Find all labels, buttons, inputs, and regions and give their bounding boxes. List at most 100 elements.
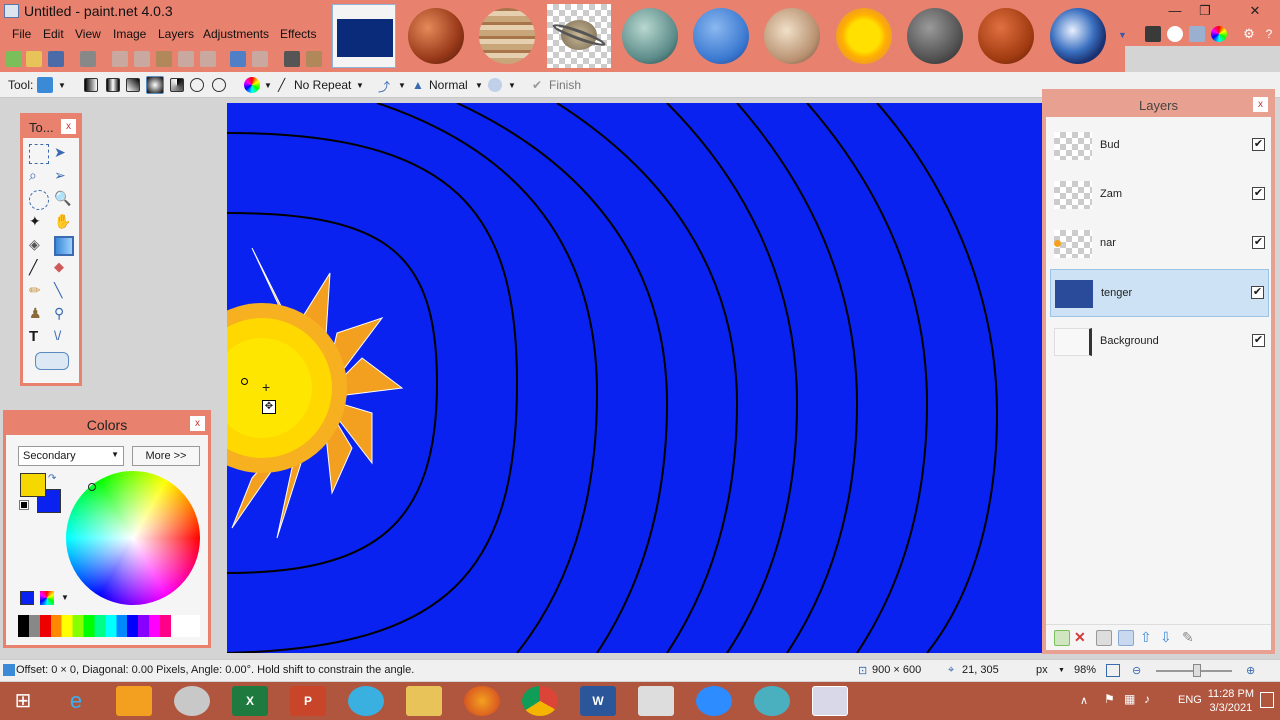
- maximize-button[interactable]: ❐: [1190, 0, 1220, 22]
- add-layer-icon[interactable]: [1054, 630, 1070, 646]
- current-tool-gradient-icon[interactable]: [37, 77, 53, 93]
- layer-row-bud[interactable]: Bud ✔: [1050, 122, 1269, 170]
- layer-row-tenger[interactable]: tenger ✔: [1050, 269, 1269, 317]
- image-tab-saturn[interactable]: [547, 4, 611, 68]
- zoom-slider-thumb[interactable]: [1193, 664, 1201, 677]
- layer-visibility-checkbox[interactable]: ✔: [1251, 286, 1264, 299]
- layers-close-button[interactable]: x: [1253, 97, 1268, 112]
- layer-row-zam[interactable]: Zam ✔: [1050, 171, 1269, 219]
- rectangle-select-icon[interactable]: [29, 144, 49, 164]
- shapes-icon[interactable]: [35, 352, 69, 370]
- move-selection-icon[interactable]: ➢: [54, 167, 74, 187]
- menu-edit[interactable]: Edit: [43, 27, 64, 41]
- lasso-icon[interactable]: ⌕: [29, 167, 49, 187]
- print-icon[interactable]: [80, 51, 96, 67]
- word-icon[interactable]: W: [580, 686, 616, 716]
- image-tab-current[interactable]: [332, 4, 396, 68]
- repeat-dropdown-icon[interactable]: ▼: [356, 81, 364, 90]
- antialiasing-icon[interactable]: ⤴: [378, 78, 390, 95]
- layer-properties-icon[interactable]: ✎: [1182, 629, 1198, 645]
- merge-layer-down-icon[interactable]: [1118, 630, 1134, 646]
- spiral-cw-icon[interactable]: [190, 78, 204, 92]
- grid-icon[interactable]: [284, 51, 300, 67]
- menu-file[interactable]: File: [12, 27, 31, 41]
- file-explorer-icon[interactable]: [406, 686, 442, 716]
- color-mode-dropdown-icon[interactable]: ▼: [264, 81, 272, 90]
- powerpoint-icon[interactable]: P: [290, 686, 326, 716]
- units-select[interactable]: px: [1036, 664, 1048, 676]
- layer-row-background[interactable]: Background ✔: [1050, 318, 1269, 366]
- image-tab-uranus[interactable]: [618, 4, 682, 68]
- line-curve-icon[interactable]: \/: [54, 328, 74, 348]
- swap-colors-icon[interactable]: ↷: [48, 473, 56, 484]
- excel-icon[interactable]: X: [232, 686, 268, 716]
- image-tab-jupiter[interactable]: [475, 4, 539, 68]
- image-tab-pluto[interactable]: [760, 4, 824, 68]
- image-tab-neptune[interactable]: [689, 4, 753, 68]
- palette-dropdown-icon[interactable]: ▼: [61, 593, 69, 602]
- close-button[interactable]: ✕: [1240, 0, 1270, 22]
- layer-visibility-checkbox[interactable]: ✔: [1252, 236, 1265, 249]
- move-layer-up-icon[interactable]: ⇧: [1140, 629, 1156, 645]
- recolor-icon[interactable]: ⚲: [54, 305, 74, 325]
- color-wheel[interactable]: [66, 471, 200, 605]
- move-handle-icon[interactable]: ✥: [262, 400, 276, 414]
- zoom-in-icon[interactable]: ⊕: [1246, 664, 1255, 677]
- primary-color-swatch[interactable]: [20, 473, 46, 497]
- clone-stamp-icon[interactable]: ♟: [29, 305, 49, 325]
- color-mode-icon[interactable]: [244, 77, 260, 93]
- spiral-ccw-icon[interactable]: [212, 78, 226, 92]
- zoom-out-icon[interactable]: ⊖: [1132, 664, 1141, 677]
- conical-gradient-icon[interactable]: [170, 78, 184, 92]
- gradient-tool-icon[interactable]: [54, 236, 74, 256]
- ruler-icon[interactable]: [306, 51, 322, 67]
- menu-layers[interactable]: Layers: [158, 27, 194, 41]
- clock[interactable]: 11:28 PM 3/3/2021: [1208, 687, 1254, 715]
- deselect-icon[interactable]: [200, 51, 216, 67]
- duplicate-layer-icon[interactable]: [1096, 630, 1112, 646]
- radial-gradient-icon[interactable]: [146, 76, 164, 94]
- colors-close-button[interactable]: x: [190, 416, 205, 431]
- delete-layer-icon[interactable]: ✕: [1074, 629, 1090, 645]
- internet-explorer-icon[interactable]: e: [58, 686, 94, 716]
- reflected-gradient-icon[interactable]: [106, 78, 120, 92]
- zoom-icon[interactable]: 🔍: [54, 190, 74, 210]
- flag-icon[interactable]: ⚑: [1104, 692, 1115, 706]
- pencil-icon[interactable]: ✏: [29, 282, 49, 302]
- image-tab-mars[interactable]: [404, 4, 468, 68]
- undo-icon[interactable]: [230, 51, 246, 67]
- layer-visibility-checkbox[interactable]: ✔: [1252, 187, 1265, 200]
- magic-wand-icon[interactable]: ✦: [29, 213, 49, 233]
- tools-toggle-icon[interactable]: [1145, 26, 1161, 42]
- image-tab-mercury[interactable]: [903, 4, 967, 68]
- zoom-app-icon[interactable]: [696, 686, 732, 716]
- crop-icon[interactable]: [178, 51, 194, 67]
- units-dropdown-icon[interactable]: ▼: [1058, 667, 1065, 674]
- show-hidden-icons[interactable]: ∧: [1080, 694, 1088, 707]
- notifications-icon[interactable]: [1260, 692, 1274, 708]
- layer-row-nar[interactable]: nar ✔: [1050, 220, 1269, 268]
- cut-icon[interactable]: [112, 51, 128, 67]
- antialiasing-dropdown-icon[interactable]: ▼: [398, 81, 406, 90]
- menu-view[interactable]: View: [75, 27, 101, 41]
- firefox-icon[interactable]: [464, 686, 500, 716]
- open-icon[interactable]: [26, 51, 42, 67]
- color-palette[interactable]: [18, 615, 200, 637]
- gradient-handle[interactable]: [241, 378, 248, 385]
- layer-visibility-checkbox[interactable]: ✔: [1252, 334, 1265, 347]
- palette-menu-icon[interactable]: [40, 591, 54, 605]
- zoom-to-window-icon[interactable]: [1106, 664, 1120, 677]
- colors-toggle-icon[interactable]: [1211, 26, 1227, 42]
- menu-adjustments[interactable]: Adjustments: [203, 27, 269, 41]
- copy-icon[interactable]: [134, 51, 150, 67]
- color-picker-icon[interactable]: ╲: [54, 282, 74, 302]
- move-selected-icon[interactable]: ➤: [54, 144, 74, 164]
- image-tab-earth[interactable]: [1046, 4, 1110, 68]
- blend-dropdown-icon[interactable]: ▼: [475, 81, 483, 90]
- layer-visibility-checkbox[interactable]: ✔: [1252, 138, 1265, 151]
- paste-icon[interactable]: [156, 51, 172, 67]
- paintbrush-icon[interactable]: ╱: [29, 259, 49, 279]
- color-target-select[interactable]: Secondary ▼: [18, 446, 124, 466]
- menu-image[interactable]: Image: [113, 27, 146, 41]
- volume-icon[interactable]: ♪: [1144, 692, 1150, 706]
